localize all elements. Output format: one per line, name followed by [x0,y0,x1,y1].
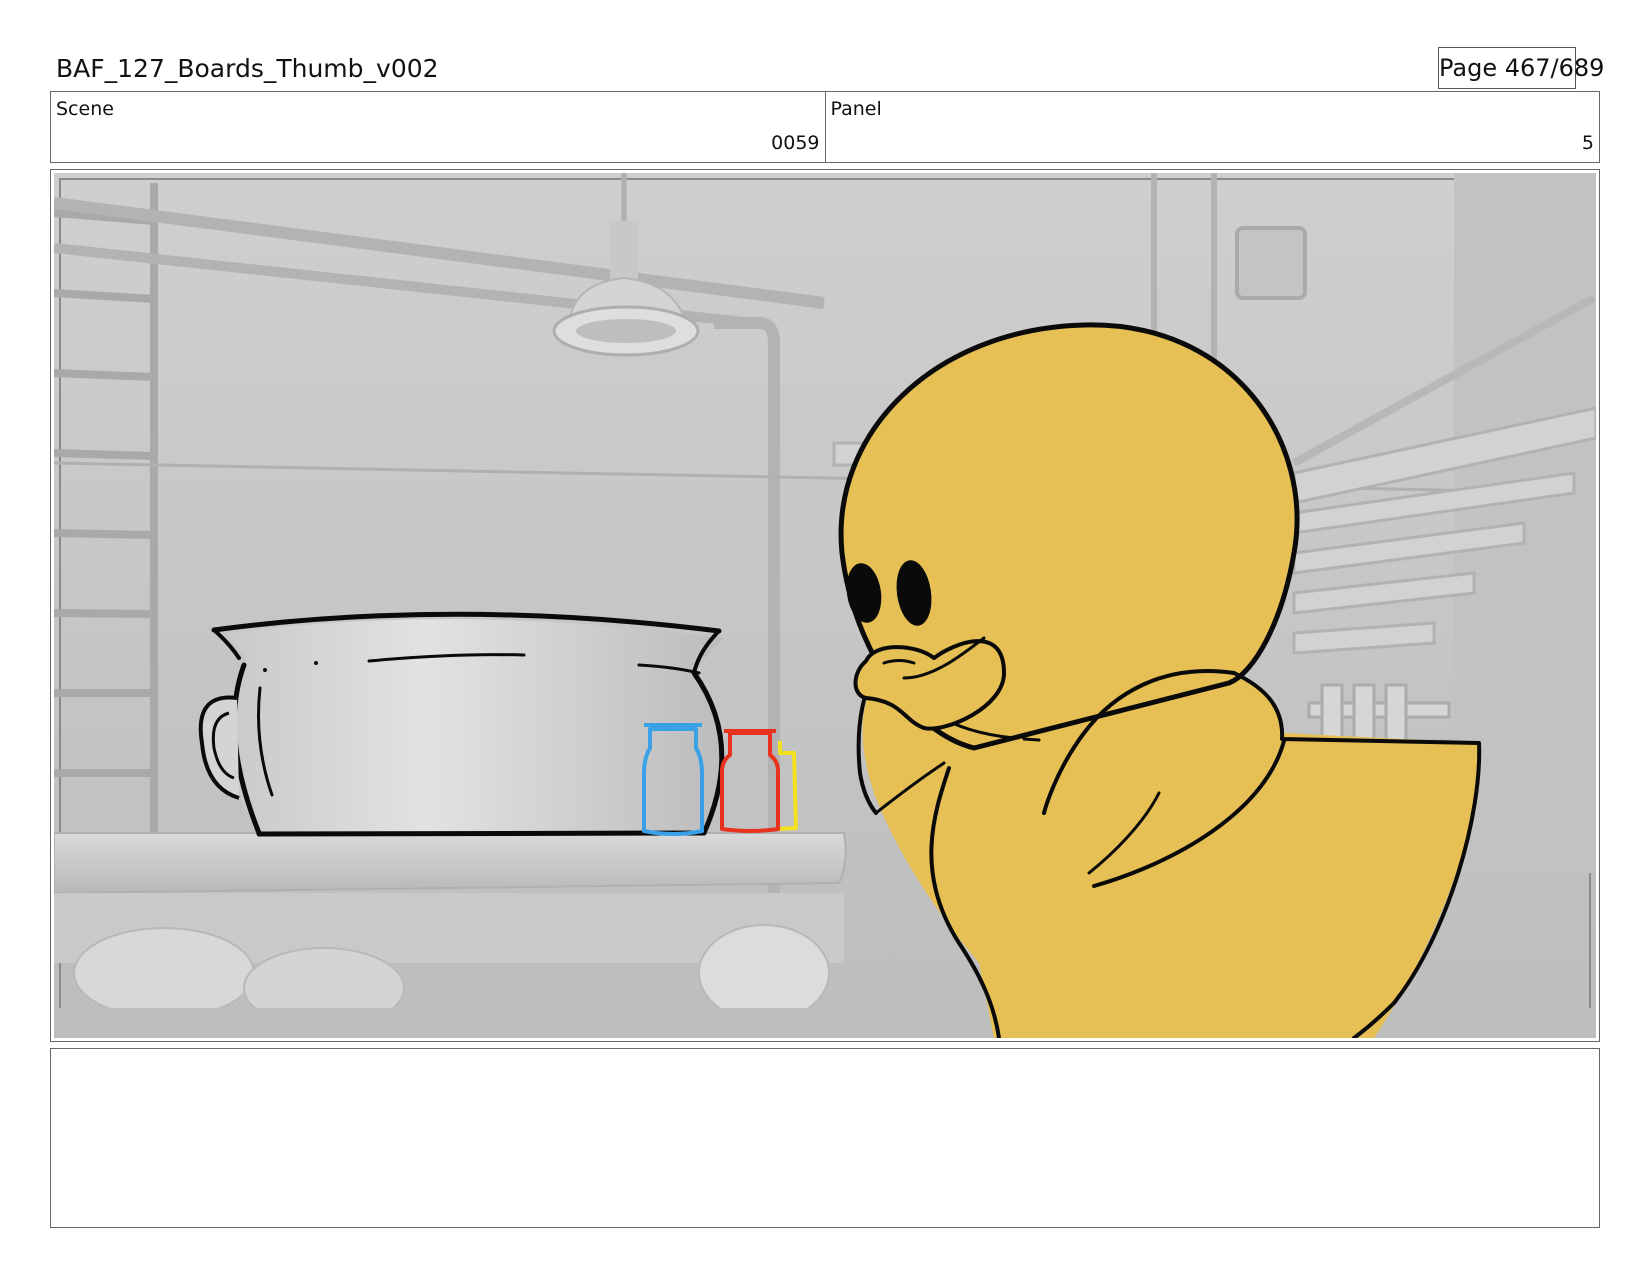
panel-label: Panel [830,98,882,120]
page-number: Page 467/689 [1438,47,1604,89]
info-row: Scene 0059 Panel 5 [50,91,1600,163]
panel-cell: Panel 5 [824,92,1600,162]
wall-panel [1235,226,1307,300]
scene-label: Scene [56,98,114,120]
panel-artwork [54,173,1596,1038]
scene-value: 0059 [771,132,820,154]
notes-box [50,1048,1600,1228]
panel-value: 5 [1581,132,1594,154]
scene-cell: Scene 0059 [51,92,825,162]
storyboard-panel [50,169,1600,1042]
document-title: BAF_127_Boards_Thumb_v002 [56,54,439,83]
